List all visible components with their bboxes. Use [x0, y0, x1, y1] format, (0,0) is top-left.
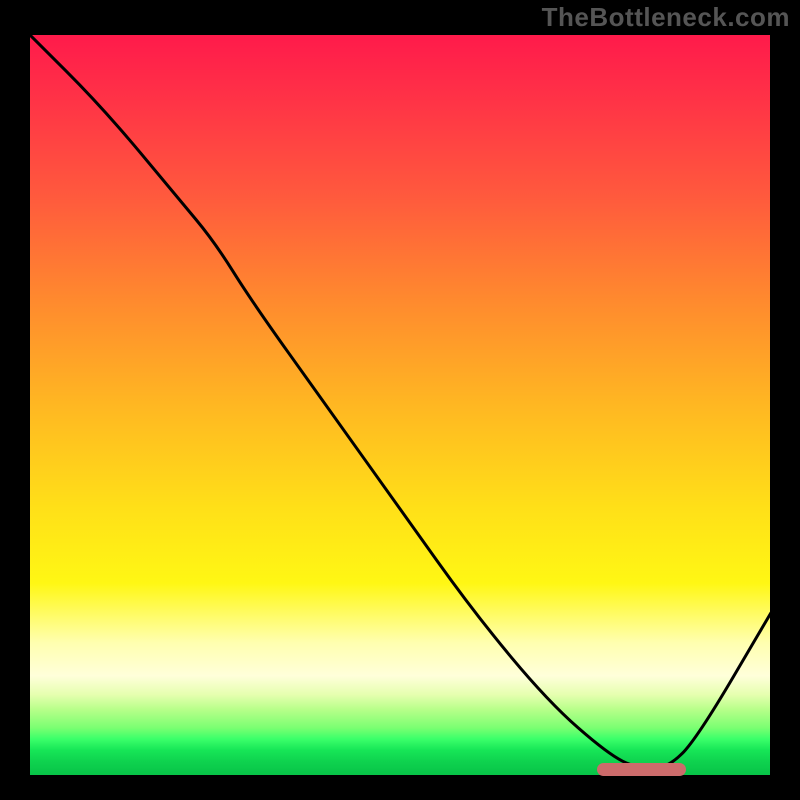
chart-frame: TheBottleneck.com: [0, 0, 800, 800]
watermark-text: TheBottleneck.com: [542, 2, 790, 33]
optimum-marker: [597, 763, 686, 776]
bottleneck-curve: [29, 34, 771, 776]
plot-area: [29, 34, 771, 776]
